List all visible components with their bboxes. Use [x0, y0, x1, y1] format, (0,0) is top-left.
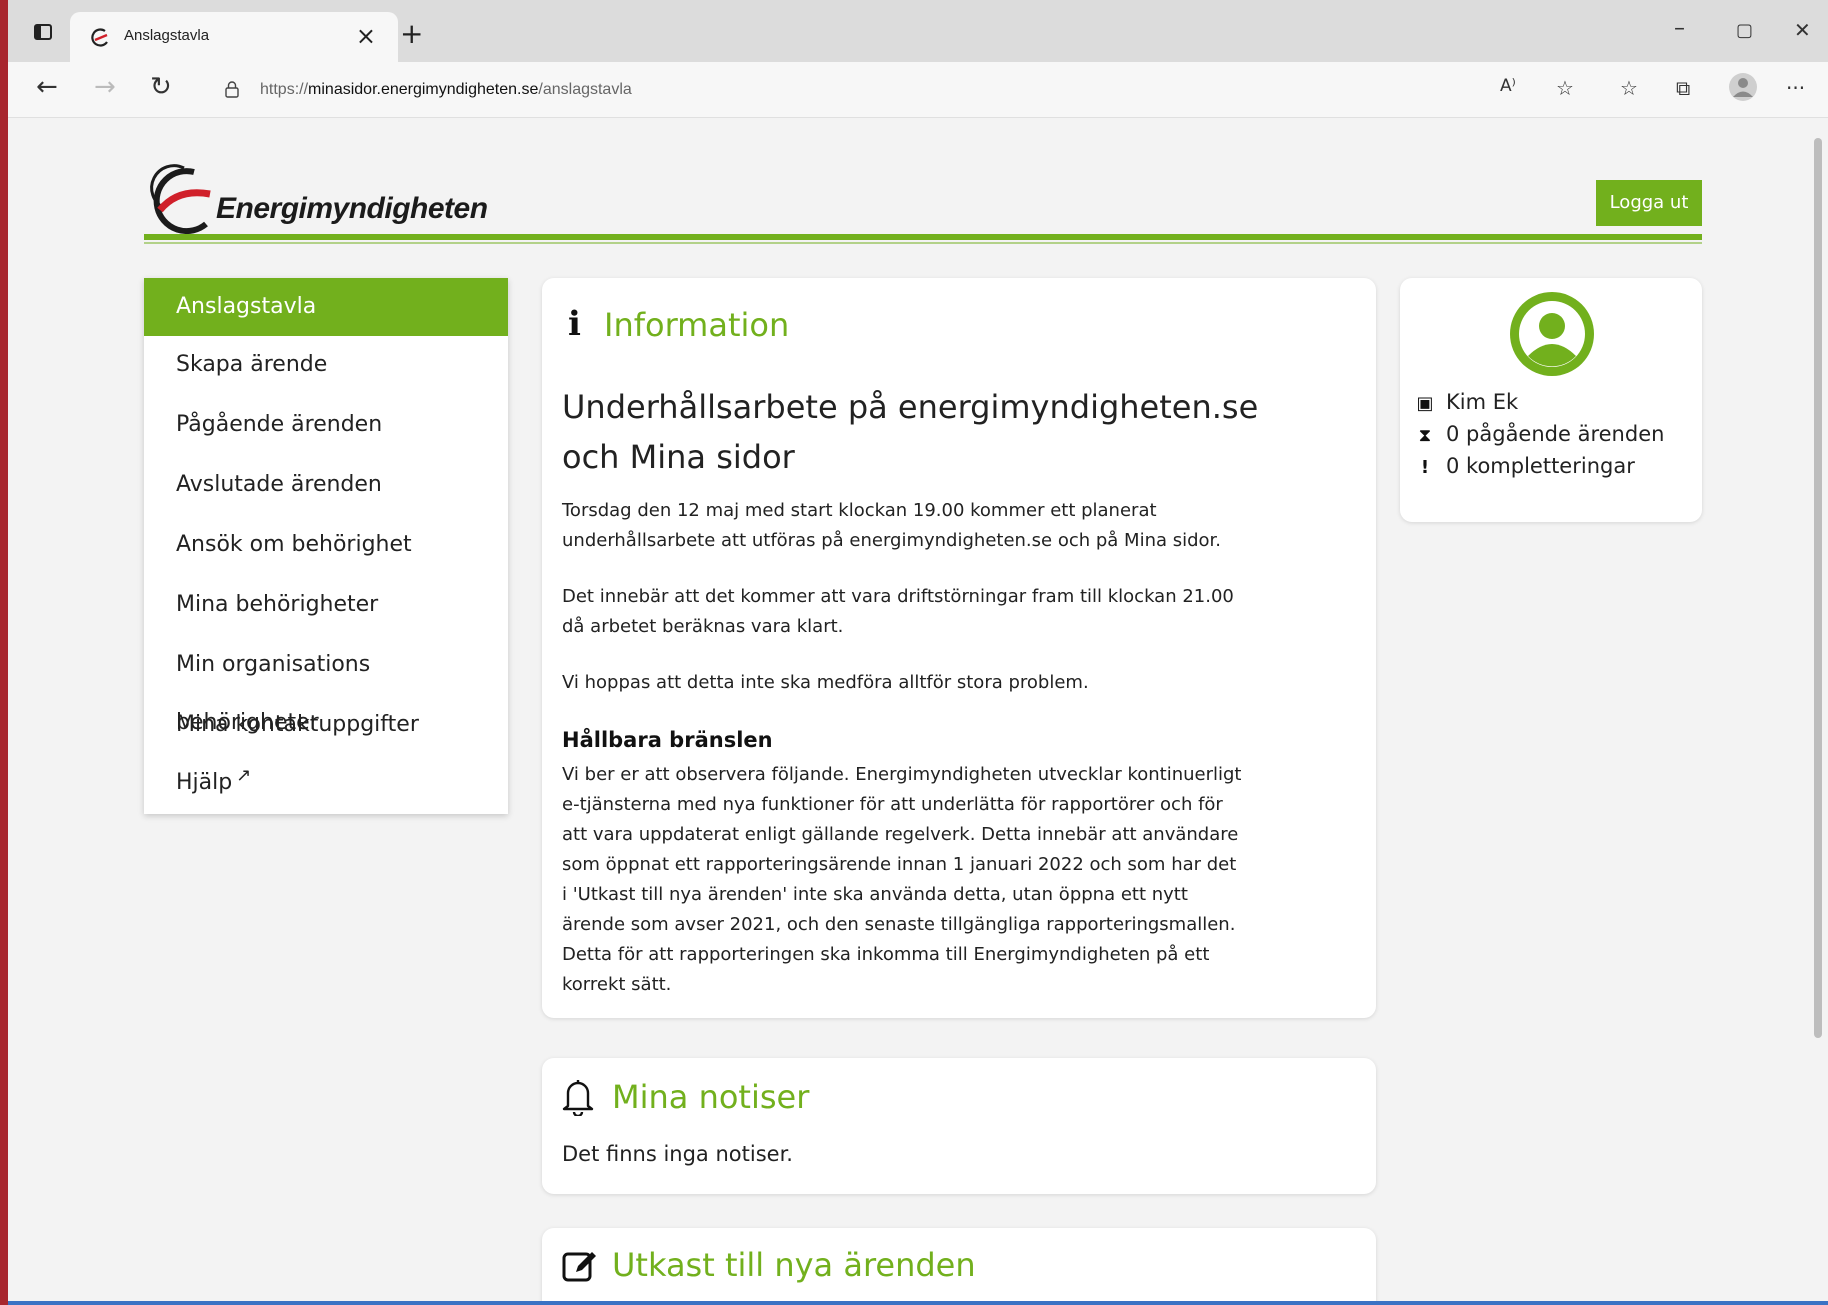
new-tab-button[interactable]: + — [400, 20, 423, 48]
notifications-card: Mina notiser Det finns inga notiser. — [542, 1058, 1376, 1194]
id-card-icon: ▣ — [1416, 393, 1434, 414]
tab-close-icon[interactable]: × — [356, 22, 376, 50]
sidebar-item-label: Mina behörigheter — [176, 592, 379, 617]
user-name-row: ▣ Kim Ek — [1410, 390, 1518, 414]
browser-window: Anslagstavla × + – ▢ ✕ ← → ↻ https://min… — [8, 0, 1828, 1305]
drafts-card: Utkast till nya ärenden — [542, 1228, 1376, 1301]
collections-icon[interactable]: ⧉ — [1676, 76, 1690, 100]
sidebar-item-label: Avslutade ärenden — [176, 472, 382, 497]
user-avatar-icon — [1510, 292, 1594, 376]
energimyndigheten-favicon-icon — [91, 28, 108, 47]
paragraph-line: ärende som avser 2021, och den senaste t… — [562, 914, 1236, 935]
paragraph-line: Detta för att rapporteringen ska inkomma… — [562, 944, 1210, 965]
notice-paragraph-4: Vi ber er att observera följande. Energi… — [562, 760, 1262, 1000]
paragraph-line: Torsdag den 12 maj med start klockan 19.… — [562, 500, 1157, 521]
sidebar-item-avslutade-arenden[interactable]: Avslutade ärenden — [144, 456, 508, 514]
user-summary-card: ▣ Kim Ek ⧗ 0 pågående ärenden ! 0 komplette… — [1400, 278, 1702, 522]
bell-icon — [562, 1080, 594, 1116]
logo-text: Energimyndigheten — [216, 192, 488, 225]
settings-more-icon[interactable]: ··· — [1786, 76, 1805, 100]
read-aloud-icon[interactable]: A⁾ — [1500, 76, 1516, 96]
sidebar-item-label: Ansök om behörighet — [176, 532, 412, 557]
page-viewport: Energimyndigheten Logga ut Anslagstavla … — [8, 118, 1808, 1301]
back-button[interactable]: ← — [36, 72, 58, 102]
paragraph-line: korrekt sätt. — [562, 974, 672, 995]
scrollbar-thumb[interactable] — [1814, 138, 1822, 1038]
tab-actions-icon[interactable] — [34, 24, 52, 40]
header-divider — [144, 234, 1702, 240]
paragraph-line: underhållsarbete att utföras på energimy… — [562, 530, 1222, 551]
user-name: Kim Ek — [1446, 390, 1519, 414]
hallbara-branslen-heading: Hållbara bränslen — [562, 728, 773, 752]
sidebar-item-mina-kontaktuppgifter[interactable]: Mina kontaktuppgifter — [144, 696, 508, 754]
notice-paragraph-3: Vi hoppas att detta inte ska medföra all… — [562, 668, 1262, 698]
sidebar-item-anslagstavla[interactable]: Anslagstavla — [144, 278, 508, 336]
sidebar-item-label: Pågående ärenden — [176, 412, 383, 437]
paragraph-line: Vi ber er att observera följande. Energi… — [562, 764, 1242, 785]
header-divider-thin — [144, 242, 1702, 244]
completions-row[interactable]: ! 0 kompletteringar — [1410, 454, 1635, 478]
information-card: i Information Underhållsarbete på energi… — [542, 278, 1376, 1018]
paragraph-line: Vi hoppas att detta inte ska medföra all… — [562, 672, 1089, 693]
notice-subject-line: och Mina sidor — [562, 438, 795, 476]
maximize-button[interactable]: ▢ — [1736, 20, 1753, 41]
sidebar-item-label: Anslagstavla — [176, 294, 317, 319]
tab-bar: Anslagstavla × + – ▢ ✕ — [8, 0, 1828, 62]
hourglass-icon: ⧗ — [1418, 425, 1432, 446]
paragraph-line: att vara uppdaterat enligt gällande rege… — [562, 824, 1239, 845]
edit-icon — [562, 1252, 596, 1282]
completions-count: 0 kompletteringar — [1446, 454, 1635, 478]
lock-icon[interactable] — [224, 80, 240, 98]
paragraph-line: då arbetet beräknas vara klart. — [562, 616, 844, 637]
close-window-button[interactable]: ✕ — [1794, 18, 1811, 42]
sidebar-item-mina-behorigheter[interactable]: Mina behörigheter — [144, 576, 508, 634]
notifications-empty-message: Det finns inga notiser. — [562, 1142, 793, 1166]
paragraph-line: i 'Utkast till nya ärenden' inte ska anv… — [562, 884, 1188, 905]
information-heading: Information — [604, 306, 790, 344]
url-prefix: https:// — [260, 81, 309, 98]
drafts-heading[interactable]: Utkast till nya ärenden — [612, 1246, 976, 1284]
forward-button[interactable]: → — [94, 72, 116, 102]
url-path: /anslagstavla — [538, 81, 632, 98]
minimize-button[interactable]: – — [1674, 16, 1685, 41]
ongoing-cases-row[interactable]: ⧗ 0 pågående ärenden — [1410, 422, 1665, 446]
reload-button[interactable]: ↻ — [150, 72, 172, 102]
favorites-icon[interactable]: ☆ — [1620, 76, 1638, 100]
sidebar-item-hjalp[interactable]: Hjälp ↗ — [144, 754, 508, 812]
paragraph-line: som öppnat ett rapporteringsärende innan… — [562, 854, 1237, 875]
ongoing-cases-count: 0 pågående ärenden — [1446, 422, 1665, 446]
paragraph-line: Det innebär att det kommer att vara drif… — [562, 586, 1234, 607]
url-text[interactable]: https://minasidor.energimyndigheten.se/a… — [260, 81, 632, 99]
profile-avatar-icon[interactable] — [1728, 72, 1758, 102]
sidebar-nav: Anslagstavla Skapa ärende Pågående ärend… — [144, 278, 508, 814]
sidebar-item-pagaende-arenden[interactable]: Pågående ärenden — [144, 396, 508, 454]
notifications-heading: Mina notiser — [612, 1078, 810, 1116]
tab-title: Anslagstavla — [124, 27, 210, 44]
browser-tab[interactable]: Anslagstavla × — [70, 12, 398, 62]
sidebar-item-skapa-arende[interactable]: Skapa ärende — [144, 336, 508, 394]
page-scrollbar[interactable] — [1808, 118, 1828, 1301]
notice-subject: Underhållsarbete på energimyndigheten.se… — [562, 382, 1262, 482]
sidebar-item-label: Mina kontaktuppgifter — [176, 712, 419, 737]
info-icon: i — [568, 304, 581, 344]
external-link-icon: ↗ — [236, 765, 252, 786]
logout-button[interactable]: Logga ut — [1596, 180, 1702, 226]
url-domain: minasidor.energimyndigheten.se — [308, 81, 539, 98]
paragraph-line: e-tjänsterna med nya funktioner för att … — [562, 794, 1223, 815]
energimyndigheten-logo-icon — [150, 164, 211, 235]
address-bar-row: ← → ↻ https://minasidor.energimyndighete… — [8, 62, 1828, 118]
add-favorite-icon[interactable]: ☆ — [1556, 76, 1574, 100]
sidebar-item-ansok-om-behorighet[interactable]: Ansök om behörighet — [144, 516, 508, 574]
notice-paragraph-2: Det innebär att det kommer att vara drif… — [562, 582, 1262, 642]
sidebar-item-label: Skapa ärende — [176, 352, 328, 377]
site-logo[interactable]: Energimyndigheten — [144, 158, 488, 238]
sidebar-item-label: Hjälp — [176, 770, 233, 795]
address-bar[interactable]: https://minasidor.energimyndigheten.se/a… — [204, 70, 1564, 110]
notice-subject-line: Underhållsarbete på energimyndigheten.se — [562, 388, 1259, 426]
notice-paragraph-1: Torsdag den 12 maj med start klockan 19.… — [562, 496, 1262, 556]
window-bottom-edge — [8, 1301, 1828, 1305]
exclamation-icon: ! — [1420, 457, 1430, 478]
sidebar-item-min-organisations-behorigheter[interactable]: Min organisations behörigheter — [144, 636, 508, 735]
